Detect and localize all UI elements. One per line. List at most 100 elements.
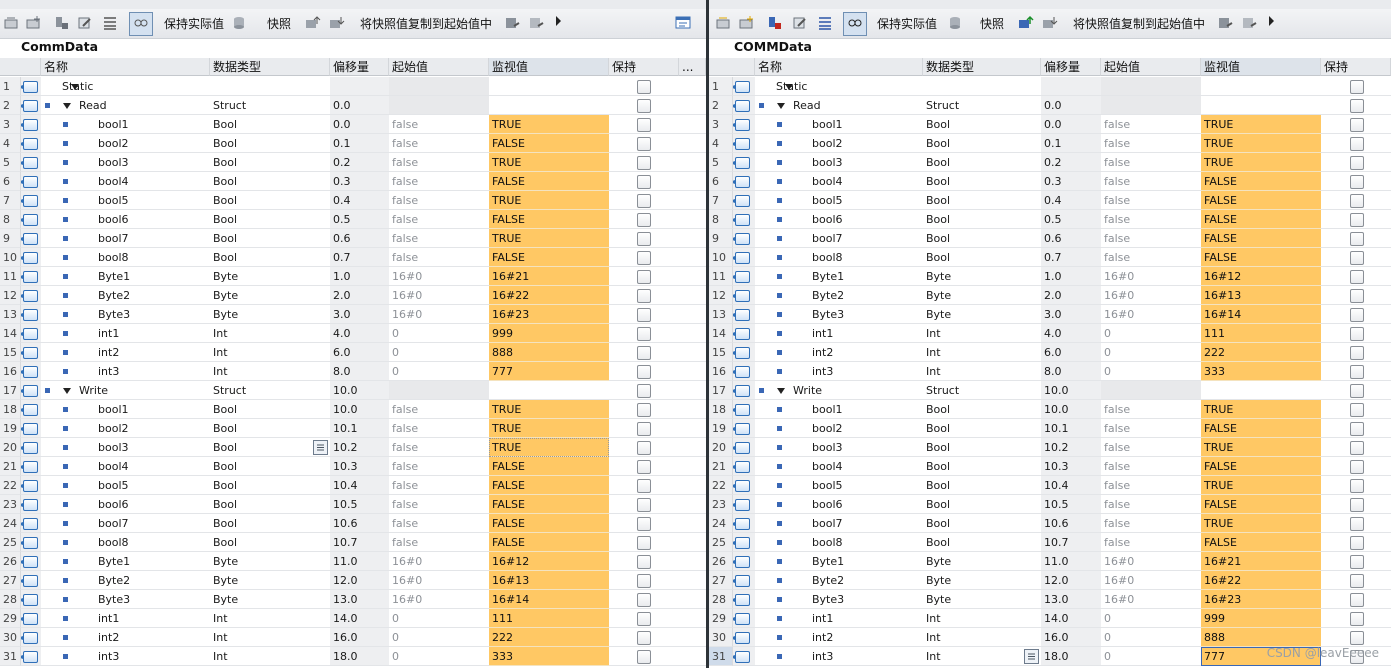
value-editor-icon[interactable]	[1024, 649, 1039, 664]
table-row[interactable]: 16 int3 Int 8.0 0 777	[0, 362, 706, 381]
retain-checkbox[interactable]	[637, 175, 651, 189]
table-row[interactable]: 25 bool8 Bool 10.7 false FALSE	[709, 533, 1391, 552]
retain-checkbox[interactable]	[1350, 232, 1364, 246]
data-type-cell[interactable]: Byte	[923, 571, 1041, 590]
table-row[interactable]: 17 Write Struct 10.0	[709, 381, 1391, 400]
start-value-cell[interactable]: false	[1101, 533, 1201, 552]
retain-checkbox[interactable]	[1350, 479, 1364, 493]
retain-checkbox[interactable]	[1350, 460, 1364, 474]
start-value-cell[interactable]: 16#0	[389, 267, 489, 286]
header-offset[interactable]: 偏移量	[330, 58, 389, 76]
snapshot-button[interactable]: 快照	[980, 12, 1004, 34]
start-value-cell[interactable]: false	[1101, 438, 1201, 457]
table-row[interactable]: 8 bool6 Bool 0.5 false FALSE	[0, 210, 706, 229]
start-value-cell[interactable]: 16#0	[389, 286, 489, 305]
name-cell[interactable]: bool3	[41, 438, 210, 457]
start-value-cell[interactable]: false	[389, 134, 489, 153]
table-row[interactable]: 8 bool6 Bool 0.5 false FALSE	[709, 210, 1391, 229]
table-row[interactable]: 21 bool4 Bool 10.3 false FALSE	[709, 457, 1391, 476]
insert-row-button[interactable]	[3, 12, 21, 34]
name-cell[interactable]: Byte3	[755, 590, 923, 609]
list-icon[interactable]	[101, 12, 119, 34]
start-value-cell[interactable]: false	[1101, 210, 1201, 229]
name-cell[interactable]: bool2	[41, 419, 210, 438]
name-cell[interactable]: int1	[755, 324, 923, 343]
data-type-cell[interactable]: Bool	[210, 153, 330, 172]
retain-checkbox[interactable]	[1350, 118, 1364, 132]
start-value-cell[interactable]: 16#0	[389, 571, 489, 590]
data-type-cell[interactable]: Bool	[210, 400, 330, 419]
data-type-cell[interactable]: Int	[210, 343, 330, 362]
start-value-cell[interactable]: false	[389, 400, 489, 419]
header-data-type[interactable]: 数据类型	[210, 58, 330, 76]
data-type-cell[interactable]: Bool	[210, 115, 330, 134]
start-value-cell[interactable]: 0	[1101, 628, 1201, 647]
start-value-cell[interactable]: false	[389, 191, 489, 210]
retain-checkbox[interactable]	[1350, 441, 1364, 455]
retain-checkbox[interactable]	[637, 403, 651, 417]
retain-checkbox[interactable]	[637, 517, 651, 531]
name-cell[interactable]: Byte2	[41, 286, 210, 305]
snapshot-button[interactable]: 快照	[267, 12, 291, 34]
header-offset[interactable]: 偏移量	[1041, 58, 1101, 76]
table-row[interactable]: 14 int1 Int 4.0 0 999	[0, 324, 706, 343]
name-cell[interactable]: bool4	[41, 172, 210, 191]
table-row[interactable]: 6 bool4 Bool 0.3 false FALSE	[0, 172, 706, 191]
name-cell[interactable]: Static	[41, 77, 210, 96]
name-cell[interactable]: int2	[755, 628, 923, 647]
retain-checkbox[interactable]	[637, 422, 651, 436]
retain-checkbox[interactable]	[1350, 213, 1364, 227]
table-row[interactable]: 9 bool7 Bool 0.6 false FALSE	[709, 229, 1391, 248]
retain-checkbox[interactable]	[637, 327, 651, 341]
start-value-cell[interactable]: 16#0	[389, 590, 489, 609]
name-cell[interactable]: Byte1	[755, 267, 923, 286]
data-type-cell[interactable]: Bool	[210, 533, 330, 552]
retain-checkbox[interactable]	[1350, 270, 1364, 284]
retain-checkbox[interactable]	[637, 346, 651, 360]
data-type-cell[interactable]: Bool	[923, 210, 1041, 229]
data-type-cell[interactable]: Byte	[923, 286, 1041, 305]
retain-checkbox[interactable]	[637, 536, 651, 550]
start-value-cell[interactable]: 16#0	[1101, 305, 1201, 324]
table-row[interactable]: 15 int2 Int 6.0 0 222	[709, 343, 1391, 362]
table-row[interactable]: 27 Byte2 Byte 12.0 16#0 16#13	[0, 571, 706, 590]
start-value-cell[interactable]: 0	[389, 343, 489, 362]
header-monitor-value[interactable]: 监视值	[489, 58, 609, 76]
retain-checkbox[interactable]	[637, 650, 651, 664]
header-monitor-value[interactable]: 监视值	[1201, 58, 1321, 76]
start-value-cell[interactable]: 0	[1101, 324, 1201, 343]
name-cell[interactable]: bool3	[755, 153, 923, 172]
start-value-cell[interactable]: 16#0	[1101, 286, 1201, 305]
table-row[interactable]: 13 Byte3 Byte 3.0 16#0 16#14	[709, 305, 1391, 324]
data-type-cell[interactable]: Byte	[210, 267, 330, 286]
copy-snapshot-to-start-button[interactable]: 将快照值复制到起始值中	[1073, 12, 1205, 34]
name-cell[interactable]: bool2	[755, 419, 923, 438]
data-type-cell[interactable]: Int	[210, 647, 330, 666]
table-row[interactable]: 18 bool1 Bool 10.0 false TRUE	[709, 400, 1391, 419]
data-type-cell[interactable]: Byte	[210, 571, 330, 590]
name-cell[interactable]: Byte2	[41, 571, 210, 590]
name-cell[interactable]: Byte2	[755, 286, 923, 305]
download-snapshot-icon[interactable]	[1041, 12, 1059, 34]
data-type-cell[interactable]: Bool	[210, 210, 330, 229]
retain-checkbox[interactable]	[1350, 194, 1364, 208]
data-type-cell[interactable]: Bool	[210, 419, 330, 438]
retain-checkbox[interactable]	[637, 308, 651, 322]
data-type-cell[interactable]: Bool	[923, 248, 1041, 267]
collapse-arrow-icon[interactable]	[63, 103, 71, 109]
retain-checkbox[interactable]	[1350, 251, 1364, 265]
collapse-arrow-icon[interactable]	[777, 388, 785, 394]
data-type-cell[interactable]: Bool	[210, 134, 330, 153]
start-value-cell[interactable]: 16#0	[389, 305, 489, 324]
name-cell[interactable]: bool4	[41, 457, 210, 476]
header-retain[interactable]: 保持	[609, 58, 679, 76]
name-cell[interactable]: bool3	[41, 153, 210, 172]
list-icon[interactable]	[816, 12, 834, 34]
start-value-cell[interactable]: false	[1101, 191, 1201, 210]
retain-checkbox[interactable]	[1350, 517, 1364, 531]
copy-snapshot-to-start-button[interactable]: 将快照值复制到起始值中	[360, 12, 492, 34]
name-cell[interactable]: int2	[41, 343, 210, 362]
start-value-cell[interactable]: 0	[1101, 609, 1201, 628]
name-cell[interactable]: int2	[755, 343, 923, 362]
retain-checkbox[interactable]	[1350, 346, 1364, 360]
